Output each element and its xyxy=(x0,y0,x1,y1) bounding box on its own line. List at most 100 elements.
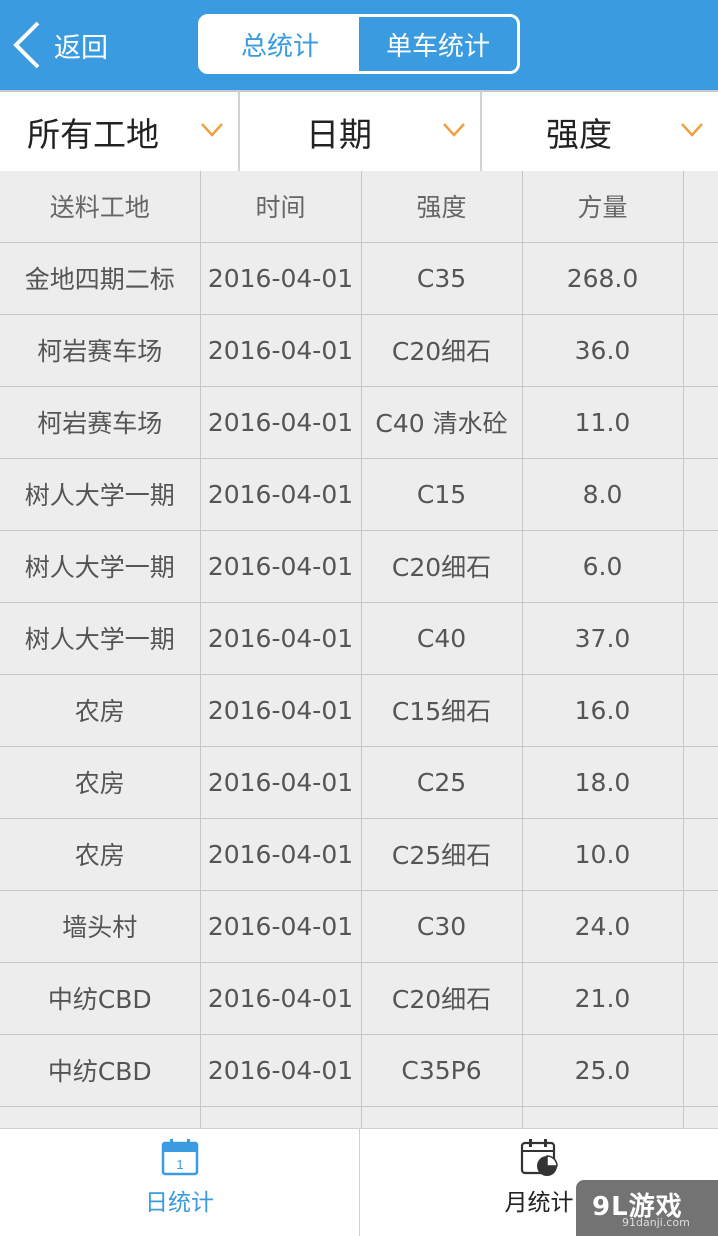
watermark-logo: 9L游戏 91danji.com xyxy=(576,1180,718,1236)
cell-truncated xyxy=(682,673,718,747)
cell-volume: 36.0 xyxy=(521,313,684,387)
cell-volume: 10.0 xyxy=(521,817,684,891)
cell-site: 中纺CBD xyxy=(0,1033,201,1107)
site-filter-dropdown[interactable]: 所有工地 xyxy=(0,92,238,171)
table-row[interactable]: 农房 2016-04-01 C25细石 10.0 xyxy=(0,817,718,891)
cell-time: 2016-04-01 xyxy=(199,673,362,747)
cell-site: 柯岩赛车场 xyxy=(0,385,201,459)
cell-truncated xyxy=(682,385,718,459)
cell-strength: C20细石 xyxy=(360,313,523,387)
date-filter-dropdown[interactable]: 日期 xyxy=(238,92,480,171)
cell-volume xyxy=(521,1105,684,1128)
cell-truncated xyxy=(682,242,718,315)
cell-volume: 8.0 xyxy=(521,457,684,531)
back-button[interactable]: 返回 xyxy=(12,18,108,72)
cell-site: 墙头村 xyxy=(0,889,201,963)
table-row[interactable]: 农房 2016-04-01 C15细石 16.0 xyxy=(0,673,718,747)
chevron-down-icon xyxy=(443,123,465,137)
cell-time: 2016-04-01 xyxy=(199,457,362,531)
cell-time: 2016-04-01 xyxy=(199,1033,362,1107)
tab-daily-stats-label: 日统计 xyxy=(145,1190,214,1216)
table-row[interactable]: 农房 2016-04-01 C25 18.0 xyxy=(0,745,718,819)
cell-strength: C20细石 xyxy=(360,529,523,603)
cell-site: 柯岩赛车场 xyxy=(0,313,201,387)
cell-volume: 16.0 xyxy=(521,673,684,747)
cell-truncated xyxy=(682,529,718,603)
table-row[interactable]: 中纺CBD 2016-04-01 C35P6 25.0 xyxy=(0,1033,718,1107)
column-header-truncated: 平 xyxy=(682,171,718,243)
chevron-left-icon xyxy=(13,21,40,69)
cell-volume: 6.0 xyxy=(521,529,684,603)
cell-volume: 25.0 xyxy=(521,1033,684,1107)
column-header-time: 时间 xyxy=(199,171,362,243)
cell-strength: C40 清水砼 xyxy=(360,385,523,459)
cell-volume: 268.0 xyxy=(521,242,684,315)
cell-truncated xyxy=(682,601,718,675)
cell-strength: C25细石 xyxy=(360,817,523,891)
cell-truncated xyxy=(682,817,718,891)
cell-site: 农房 xyxy=(0,673,201,747)
cell-time: 2016-04-01 xyxy=(199,817,362,891)
cell-time: 2016-04-01 xyxy=(199,745,362,819)
table-body: 金地四期二标 2016-04-01 C35 268.0 柯岩赛车场 2016-04-01 C… xyxy=(0,242,718,1128)
cell-time: 2016-04-01 xyxy=(199,889,362,963)
cell-strength: C20细石 xyxy=(360,961,523,1035)
cell-strength: C40 xyxy=(360,601,523,675)
cell-truncated xyxy=(682,313,718,387)
tab-daily-stats[interactable]: 1 日统计 xyxy=(0,1129,359,1236)
chevron-down-icon xyxy=(201,123,223,137)
column-header-site: 送料工地 xyxy=(0,171,201,243)
cell-truncated xyxy=(682,961,718,1035)
table-row[interactable]: 树人大学一期 2016-04-01 C20细石 6.0 xyxy=(0,529,718,603)
column-header-strength: 强度 xyxy=(360,171,523,243)
calendar-chart-icon xyxy=(520,1139,558,1176)
tab-monthly-stats-label: 月统计 xyxy=(504,1190,574,1216)
cell-truncated xyxy=(682,1105,718,1128)
tab-vehicle-stats[interactable]: 单车统计 xyxy=(359,17,517,71)
table-header-row: 送料工地 时间 强度 方量 平 xyxy=(0,171,718,243)
cell-site: 树人大学一期 xyxy=(0,601,201,675)
cell-volume: 18.0 xyxy=(521,745,684,819)
cell-time: 2016-04-01 xyxy=(199,601,362,675)
strength-filter-label: 强度 xyxy=(546,114,612,154)
site-filter-label: 所有工地 xyxy=(27,114,159,154)
column-header-volume: 方量 xyxy=(521,171,684,243)
cell-site: 金地四期二标 xyxy=(0,242,201,315)
cell-site: 中纺CBD xyxy=(0,961,201,1035)
cell-truncated xyxy=(682,889,718,963)
cell-site: 农房 xyxy=(0,745,201,819)
stats-table: 送料工地 时间 强度 方量 平 金地四期二标2016-04-01C35268.0… xyxy=(0,171,718,1128)
cell-time xyxy=(199,1105,362,1128)
cell-truncated xyxy=(682,745,718,819)
watermark-site-text: 91danji.com xyxy=(622,1216,690,1229)
chevron-down-icon xyxy=(681,123,703,137)
cell-time: 2016-04-01 xyxy=(199,385,362,459)
cell-strength xyxy=(360,1105,523,1128)
cell-site xyxy=(0,1105,201,1128)
table-row[interactable]: 墙头村 2016-04-01 C30 24.0 xyxy=(0,889,718,963)
cell-time: 2016-04-01 xyxy=(199,529,362,603)
cell-volume: 24.0 xyxy=(521,889,684,963)
cell-truncated xyxy=(682,457,718,531)
table-row[interactable] xyxy=(0,1105,718,1128)
table-row[interactable]: 金地四期二标 2016-04-01 C35 268.0 xyxy=(0,242,718,315)
table-row[interactable]: 中纺CBD 2016-04-01 C20细石 21.0 xyxy=(0,961,718,1035)
calendar-day-number: 1 xyxy=(176,1157,183,1172)
table-row[interactable]: 树人大学一期 2016-04-01 C15 8.0 xyxy=(0,457,718,531)
cell-volume: 11.0 xyxy=(521,385,684,459)
strength-filter-dropdown[interactable]: 强度 xyxy=(480,92,718,171)
cell-site: 树人大学一期 xyxy=(0,457,201,531)
cell-time: 2016-04-01 xyxy=(199,961,362,1035)
tab-total-stats[interactable]: 总统计 xyxy=(201,17,359,71)
cell-strength: C15 xyxy=(360,457,523,531)
table-row[interactable]: 柯岩赛车场 2016-04-01 C40 清水砼 11.0 xyxy=(0,385,718,459)
cell-truncated xyxy=(682,1033,718,1107)
cell-volume: 21.0 xyxy=(521,961,684,1035)
table-row[interactable]: 树人大学一期 2016-04-01 C40 37.0 xyxy=(0,601,718,675)
cell-strength: C15细石 xyxy=(360,673,523,747)
cell-time: 2016-04-01 xyxy=(199,242,362,315)
table-row[interactable]: 柯岩赛车场 2016-04-01 C20细石 36.0 xyxy=(0,313,718,387)
stats-table-scroll[interactable]: 送料工地 时间 强度 方量 平 金地四期二标2016-04-01C35268.0… xyxy=(0,171,718,1128)
title-bar: 返回 总统计 单车统计 xyxy=(0,0,718,90)
cell-site: 农房 xyxy=(0,817,201,891)
